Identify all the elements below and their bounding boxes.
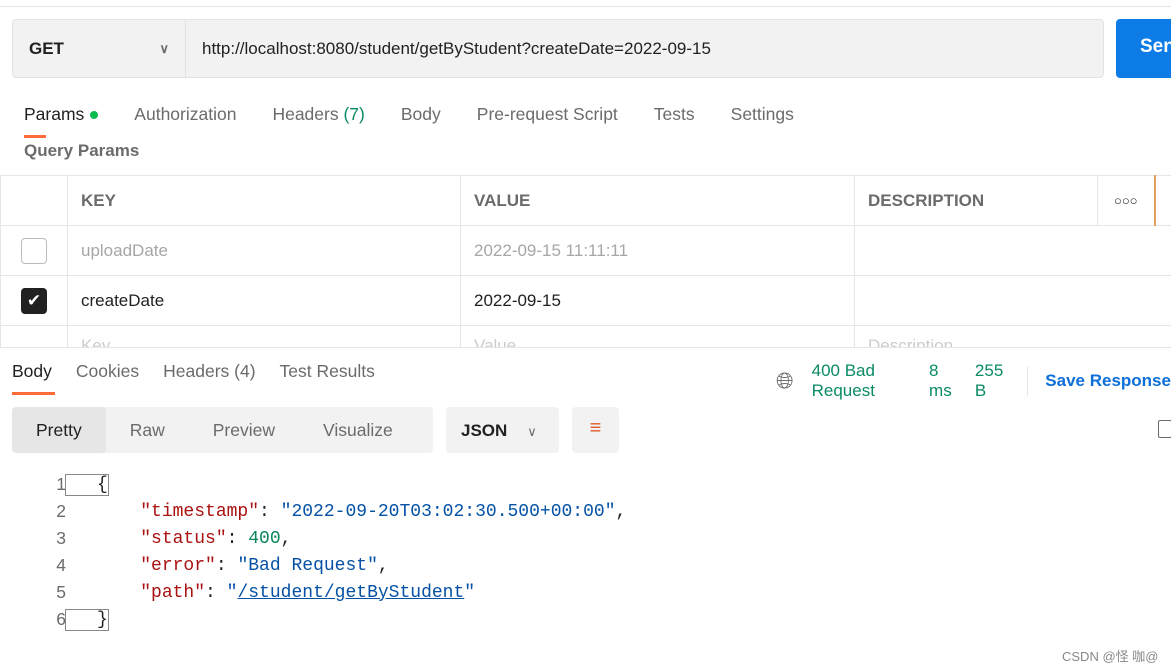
more-options-icon[interactable]: ○○○: [1097, 175, 1155, 226]
check-cell: ✔: [0, 275, 68, 326]
view-mode-control: Pretty Raw Preview Visualize: [12, 407, 433, 453]
code-line: 5 "path": "/student/getByStudent": [0, 579, 626, 606]
tab-test-results[interactable]: Test Results: [280, 361, 375, 382]
json-key: "error": [140, 555, 216, 576]
header-description: DESCRIPTION: [854, 175, 1098, 226]
params-table: KEY VALUE DESCRIPTION ○○○ uploadDate 2022-09…: [0, 175, 1171, 376]
table-row: uploadDate 2022-09-15 11:11:11: [0, 225, 1171, 276]
json-value: "Bad Request": [237, 555, 378, 576]
header-extra: [1153, 175, 1171, 226]
json-key: "status": [140, 528, 227, 549]
chevron-down-icon: ∨: [527, 424, 537, 439]
active-tab-underline: [12, 392, 55, 395]
header-check: [0, 175, 68, 226]
json-value: 400: [248, 528, 281, 549]
table-row: ✔ createDate 2022-09-15: [0, 275, 1171, 326]
value-cell[interactable]: 2022-09-15: [460, 275, 855, 326]
line-number: 3: [56, 528, 66, 548]
code-text: "path": "/student/getByStudent": [140, 582, 476, 603]
value-cell[interactable]: 2022-09-15 11:11:11: [460, 225, 855, 276]
check-cell: [0, 225, 68, 276]
tab-response-headers[interactable]: Headers (4): [163, 361, 255, 382]
code-line: 2 "timestamp": "2022-09-20T03:02:30.500+…: [0, 498, 626, 525]
path-link[interactable]: /student/getByStudent: [237, 583, 464, 603]
active-dot-icon: [90, 111, 99, 120]
tab-params[interactable]: Params: [24, 104, 99, 125]
request-tabs: Params Authorization Headers (7) Body Pr…: [24, 104, 794, 125]
chevron-down-icon: ∨: [159, 40, 169, 56]
visualize-button[interactable]: Visualize: [299, 407, 417, 453]
globe-icon[interactable]: 🌐︎: [776, 368, 794, 394]
url-input[interactable]: http://localhost:8080/student/getByStude…: [186, 39, 711, 59]
save-response-button[interactable]: Save Response: [1045, 371, 1171, 391]
line-number: 4: [56, 555, 66, 575]
line-number: 1: [56, 474, 66, 494]
tab-cookies[interactable]: Cookies: [76, 361, 139, 382]
method-select[interactable]: GET ∨: [13, 20, 186, 77]
description-cell[interactable]: [854, 275, 1171, 326]
tab-body[interactable]: Body: [401, 104, 441, 125]
json-value: "2022-09-20T03:02:30.500+00:00": [280, 501, 616, 522]
request-bar: GET ∨ http://localhost:8080/student/getBy…: [12, 19, 1104, 78]
header-key: KEY: [67, 175, 461, 226]
code-line: 1{: [0, 471, 626, 498]
json-key: "timestamp": [140, 501, 260, 522]
response-size[interactable]: 255 B: [975, 361, 1009, 401]
row-checkbox[interactable]: [21, 237, 47, 264]
code-text: {: [65, 473, 109, 496]
line-number: 6: [56, 609, 66, 629]
key-cell[interactable]: createDate: [67, 275, 461, 326]
checkmark-icon: ✔: [26, 290, 42, 310]
wrap-lines-icon[interactable]: ≡: [572, 407, 619, 453]
pretty-button[interactable]: Pretty: [12, 407, 106, 453]
code-line: 4 "error": "Bad Request",: [0, 552, 626, 579]
response-tabs: Body Cookies Headers (4) Test Results: [12, 361, 375, 382]
code-text: "timestamp": "2022-09-20T03:02:30.500+00…: [140, 501, 627, 522]
json-key: "path": [140, 582, 206, 603]
divider: [1026, 366, 1028, 396]
status-code[interactable]: 400 Bad Request: [812, 361, 911, 401]
watermark: CSDN @怪 咖@: [1062, 649, 1159, 664]
response-time[interactable]: 8 ms: [929, 361, 957, 401]
tab-settings[interactable]: Settings: [731, 104, 794, 125]
method-label: GET: [29, 38, 64, 58]
active-tab-underline: [24, 135, 46, 138]
tab-label: Params: [24, 104, 85, 124]
top-divider: [0, 6, 1171, 7]
format-select[interactable]: JSON ∨: [446, 407, 559, 453]
tab-tests[interactable]: Tests: [654, 104, 695, 125]
tab-response-body[interactable]: Body: [12, 361, 52, 382]
raw-button[interactable]: Raw: [106, 407, 189, 453]
code-line: 3 "status": 400,: [0, 525, 626, 552]
header-value: VALUE: [460, 175, 855, 226]
preview-button[interactable]: Preview: [189, 407, 299, 453]
code-text: }: [65, 608, 109, 631]
description-cell[interactable]: [854, 225, 1171, 276]
tab-headers[interactable]: Headers (7): [272, 104, 364, 125]
response-body: 1{ 2 "timestamp": "2022-09-20T03:02:30.5…: [0, 471, 626, 633]
line-number: 5: [56, 582, 66, 602]
tab-prerequest[interactable]: Pre-request Script: [477, 104, 618, 125]
key-cell[interactable]: uploadDate: [67, 225, 461, 276]
tab-authorization[interactable]: Authorization: [134, 104, 236, 125]
code-text: "status": 400,: [140, 528, 292, 549]
response-status: 🌐︎ 400 Bad Request 8 ms 255 B Save Respo…: [776, 361, 1171, 401]
tab-label: Headers: [272, 104, 339, 124]
query-params-title: Query Params: [24, 141, 140, 160]
code-text: "error": "Bad Request",: [140, 555, 389, 576]
send-button[interactable]: Send: [1116, 19, 1171, 78]
headers-count: (7): [343, 104, 365, 124]
row-checkbox[interactable]: ✔: [21, 287, 47, 314]
copy-icon[interactable]: [1158, 420, 1171, 438]
format-label: JSON: [461, 421, 508, 440]
line-number: 2: [56, 501, 66, 521]
code-line: 6}: [0, 606, 626, 633]
